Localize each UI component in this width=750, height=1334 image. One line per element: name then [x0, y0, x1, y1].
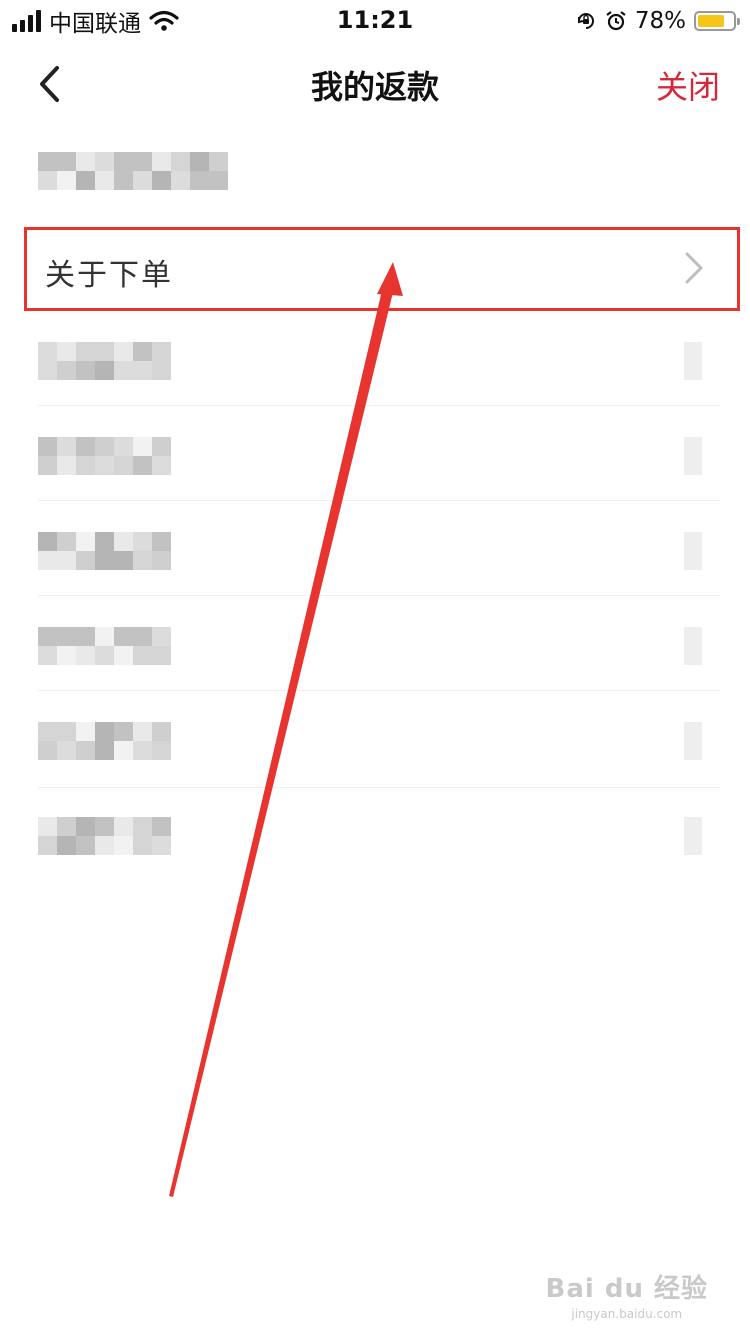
faq-item-redacted[interactable]: [0, 702, 750, 797]
chevron-right-icon: [684, 342, 702, 380]
chevron-right-icon: [684, 532, 702, 570]
status-right: 78%: [575, 6, 740, 36]
divider: [38, 690, 720, 691]
alarm-icon: [606, 11, 626, 31]
battery-level-fill: [698, 15, 724, 27]
chevron-right-icon: [685, 252, 703, 284]
divider: [38, 405, 720, 406]
rotation-lock-icon: [577, 13, 594, 29]
chevron-right-icon: [684, 817, 702, 855]
chevron-right-icon: [684, 627, 702, 665]
redacted-text: [38, 532, 171, 570]
chevron-right-icon: [684, 437, 702, 475]
faq-item-redacted[interactable]: [0, 797, 750, 892]
redacted-text: [38, 722, 171, 760]
status-bar: 中国联通 11:21 78%: [0, 0, 750, 40]
chevron-left-icon[interactable]: [30, 62, 70, 106]
divider: [38, 595, 720, 596]
faq-item-redacted[interactable]: [0, 417, 750, 512]
faq-item-redacted[interactable]: [0, 607, 750, 702]
redacted-heading: [38, 152, 228, 190]
redacted-text: [38, 342, 171, 380]
watermark-url: jingyan.baidu.com: [571, 1307, 683, 1321]
watermark: Bai du 经验 jingyan.baidu.com: [546, 1268, 709, 1321]
faq-item-redacted[interactable]: [0, 322, 750, 417]
divider: [38, 787, 720, 788]
faq-item-ordering[interactable]: 关于下单: [24, 227, 740, 311]
redacted-text: [38, 627, 171, 665]
close-button[interactable]: 关闭: [656, 62, 720, 108]
battery-icon: [694, 11, 740, 31]
redacted-text: [38, 817, 171, 855]
faq-item-redacted[interactable]: [0, 512, 750, 607]
divider: [38, 500, 720, 501]
chevron-right-icon: [684, 722, 702, 760]
page-title: 我的返款: [310, 68, 439, 106]
navigation-bar: 我的返款 关闭: [0, 44, 750, 124]
redacted-text: [38, 437, 171, 475]
battery-percent: 78%: [634, 8, 686, 34]
faq-item-label: 关于下单: [45, 258, 173, 293]
watermark-logo-text: Bai du 经验: [545, 1274, 708, 1304]
